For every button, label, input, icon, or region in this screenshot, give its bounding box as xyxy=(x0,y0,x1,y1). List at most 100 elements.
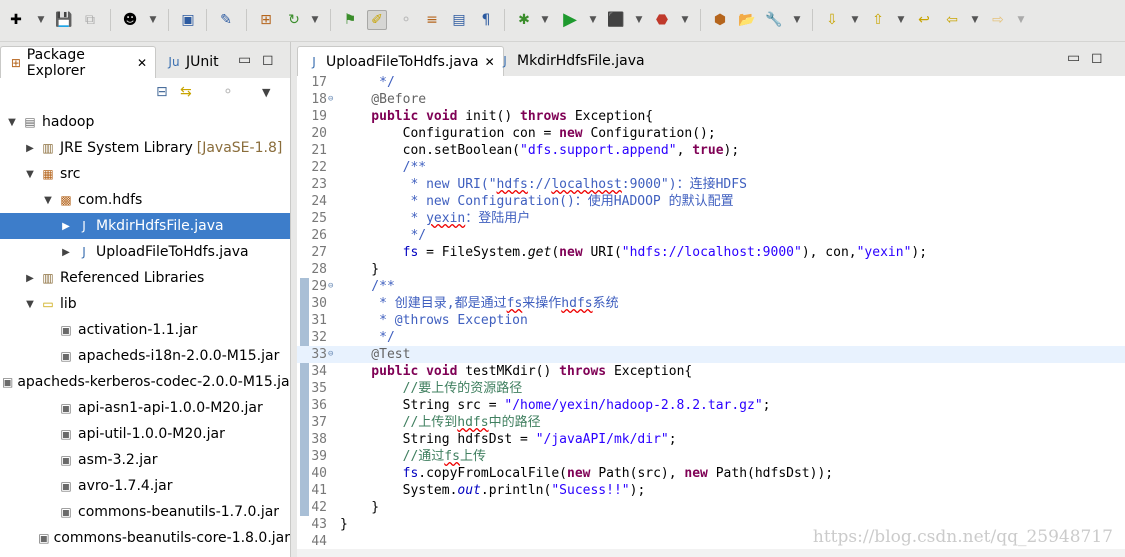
chevron-down-icon[interactable]: ▼ xyxy=(36,10,46,30)
open-type-icon[interactable]: ⬢ xyxy=(710,10,730,30)
tree-item[interactable]: ▣ api-asn1-api-1.0.0-M20.jar xyxy=(0,395,290,421)
tree-item[interactable]: ▣ avro-1.7.4.jar xyxy=(0,473,290,499)
chevron-right-icon[interactable]: ▶ xyxy=(58,221,74,232)
external-tools-icon[interactable]: ⬣ xyxy=(652,10,672,30)
code-line[interactable]: 42 } xyxy=(297,499,1125,516)
chevron-down-icon[interactable]: ▼ xyxy=(540,10,550,30)
debug-icon[interactable]: ✱ xyxy=(514,10,534,30)
tree-item[interactable]: ▣ commons-beanutils-1.7.0.jar xyxy=(0,499,290,525)
chevron-down-icon[interactable]: ▼ xyxy=(792,10,802,30)
chevron-down-icon[interactable]: ▼ xyxy=(680,10,690,30)
code-line[interactable]: 34 public void testMKdir() throws Except… xyxy=(297,363,1125,380)
code-line[interactable]: 40 fs.copyFromLocalFile(new Path(src), n… xyxy=(297,465,1125,482)
tree-item[interactable]: ▶ ▥ JRE System Library [JavaSE-1.8] xyxy=(0,135,290,161)
tree-item[interactable]: ▣ apacheds-i18n-2.0.0-M15.jar xyxy=(0,343,290,369)
chevron-down-icon[interactable]: ▼ xyxy=(634,10,644,30)
close-icon[interactable]: ✕ xyxy=(137,56,147,70)
chevron-down-icon[interactable]: ▼ xyxy=(1016,10,1026,30)
chevron-down-icon[interactable]: ▼ xyxy=(22,299,38,310)
minimize-icon[interactable]: ▭ xyxy=(238,52,251,68)
fold-toggle-icon[interactable]: ⊖ xyxy=(328,91,333,108)
link-with-editor-icon[interactable]: ⇆ xyxy=(180,84,192,100)
chevron-down-icon[interactable]: ▼ xyxy=(4,117,20,128)
code-line[interactable]: 20 Configuration con = new Configuration… xyxy=(297,125,1125,142)
code-line[interactable]: 25 * yexin：登陆用户 xyxy=(297,210,1125,227)
view-menu-icon[interactable]: ▼ xyxy=(262,86,270,99)
code-line[interactable]: 19 public void init() throws Exception{ xyxy=(297,108,1125,125)
tree-item[interactable]: ▣ apacheds-kerberos-codec-2.0.0-M15.jar xyxy=(0,369,290,395)
code-line[interactable]: 35 //要上传的资源路径 xyxy=(297,380,1125,397)
code-line[interactable]: 33 ⊖ @Test xyxy=(297,346,1125,363)
code-line[interactable]: 18 ⊖ @Before xyxy=(297,91,1125,108)
tree-item[interactable]: ▣ asm-3.2.jar xyxy=(0,447,290,473)
block-icon[interactable]: ▤ xyxy=(449,10,469,30)
tab-package-explorer[interactable]: ⊞ Package Explorer ✕ xyxy=(0,46,156,79)
code-line[interactable]: 21 con.setBoolean("dfs.support.append", … xyxy=(297,142,1125,159)
next-annotation-icon[interactable]: ⇩ xyxy=(822,10,842,30)
tree-item[interactable]: ▣ commons-beanutils-core-1.8.0.jar xyxy=(0,525,290,551)
code-line[interactable]: 36 String src = "/home/yexin/hadoop-2.8.… xyxy=(297,397,1125,414)
run-icon[interactable]: ⚑ xyxy=(340,10,360,30)
code-line[interactable]: 41 System.out.println("Sucess!!"); xyxy=(297,482,1125,499)
code-line[interactable]: 38 String hdfsDst = "/javaAPI/mk/dir"; xyxy=(297,431,1125,448)
minimize-icon[interactable]: ▭ xyxy=(1067,50,1080,66)
chevron-down-icon[interactable]: ▼ xyxy=(970,10,980,30)
code-line[interactable]: 37 //上传到hdfs中的路径 xyxy=(297,414,1125,431)
chevron-right-icon[interactable]: ▶ xyxy=(58,247,74,258)
maximize-icon[interactable]: ◻ xyxy=(1091,50,1103,66)
refresh-icon[interactable]: ↻ xyxy=(284,10,304,30)
code-line[interactable]: 32 */ xyxy=(297,329,1125,346)
tab-uploadfiletohdfs[interactable]: J UploadFileToHdfs.java ✕ xyxy=(297,46,504,76)
code-line[interactable]: 29 ⊖ /** xyxy=(297,278,1125,295)
pin-icon[interactable]: ✎ xyxy=(216,10,236,30)
maximize-icon[interactable]: ◻ xyxy=(262,52,274,68)
code-line[interactable]: 23 * new URI("hdfs://localhost:9000")：连接… xyxy=(297,176,1125,193)
code-line[interactable]: 28 } xyxy=(297,261,1125,278)
wrench-icon[interactable]: 🔧 xyxy=(764,10,784,30)
tree-item[interactable]: ▶ J MkdirHdfsFile.java xyxy=(0,213,290,239)
chevron-down-icon[interactable]: ▼ xyxy=(40,195,56,206)
code-line[interactable]: 24 * new Configuration()：使用HADOOP 的默认配置 xyxy=(297,193,1125,210)
open-folder-icon[interactable]: 📂 xyxy=(737,10,757,30)
tab-mkdirhdfsfile[interactable]: J MkdirHdfsFile.java xyxy=(489,46,653,76)
code-line[interactable]: 26 */ xyxy=(297,227,1125,244)
code-line[interactable]: 31 * @throws Exception xyxy=(297,312,1125,329)
tab-junit[interactable]: Ju JUnit xyxy=(158,46,227,78)
horizontal-scrollbar[interactable] xyxy=(297,549,1125,557)
next-edit-icon[interactable]: ≡ xyxy=(422,10,442,30)
chevron-right-icon[interactable]: ▶ xyxy=(22,143,38,154)
code-editor[interactable]: 17 */18 ⊖ @Before 19 public void init() th… xyxy=(297,76,1125,557)
code-line[interactable]: 39 //通过fs上传 xyxy=(297,448,1125,465)
tree-item[interactable]: ▶ ▥ Referenced Libraries xyxy=(0,265,290,291)
chevron-right-icon[interactable]: ▶ xyxy=(22,273,38,284)
fold-toggle-icon[interactable]: ⊖ xyxy=(328,346,333,363)
last-edit-icon[interactable]: ↩ xyxy=(914,10,934,30)
fold-toggle-icon[interactable]: ⊖ xyxy=(328,278,333,295)
chevron-down-icon[interactable]: ▼ xyxy=(310,10,320,30)
code-line[interactable]: 17 */ xyxy=(297,76,1125,91)
save-icon[interactable]: 💾 xyxy=(54,10,74,30)
mark-occurrences-icon[interactable]: ✐ xyxy=(367,10,387,30)
paragraph-icon[interactable]: ¶ xyxy=(476,10,496,30)
tree-item[interactable]: ▣ api-util-1.0.0-M20.jar xyxy=(0,421,290,447)
code-line[interactable]: 27 fs = FileSystem.get(new URI("hdfs://l… xyxy=(297,244,1125,261)
tree-item[interactable]: ▼ ▭ lib xyxy=(0,291,290,317)
code-line[interactable]: 22 /** xyxy=(297,159,1125,176)
console-icon[interactable]: ▣ xyxy=(178,10,198,30)
coverage-icon[interactable]: ⬛ xyxy=(606,10,626,30)
build-icon[interactable]: ⊞ xyxy=(256,10,276,30)
tree-item[interactable]: ▼ ▩ com.hdfs xyxy=(0,187,290,213)
chevron-down-icon[interactable]: ▼ xyxy=(588,10,598,30)
tree-item[interactable]: ▼ ▦ src xyxy=(0,161,290,187)
run-green-icon[interactable]: ▶ xyxy=(560,10,580,30)
new-icon[interactable]: ✚ xyxy=(6,10,26,30)
chevron-down-icon[interactable]: ▼ xyxy=(22,169,38,180)
prev-annotation-icon[interactable]: ⇧ xyxy=(868,10,888,30)
toggle-icon[interactable]: ⚬ xyxy=(396,10,416,30)
chevron-down-icon[interactable]: ▼ xyxy=(896,10,906,30)
tree-item[interactable]: ▼ ▤ hadoop xyxy=(0,109,290,135)
debug-person-icon[interactable]: ☻ xyxy=(120,10,140,30)
focus-icon[interactable]: ⚬ xyxy=(222,84,234,100)
chevron-down-icon[interactable]: ▼ xyxy=(850,10,860,30)
forward-icon[interactable]: ⇨ xyxy=(988,10,1008,30)
